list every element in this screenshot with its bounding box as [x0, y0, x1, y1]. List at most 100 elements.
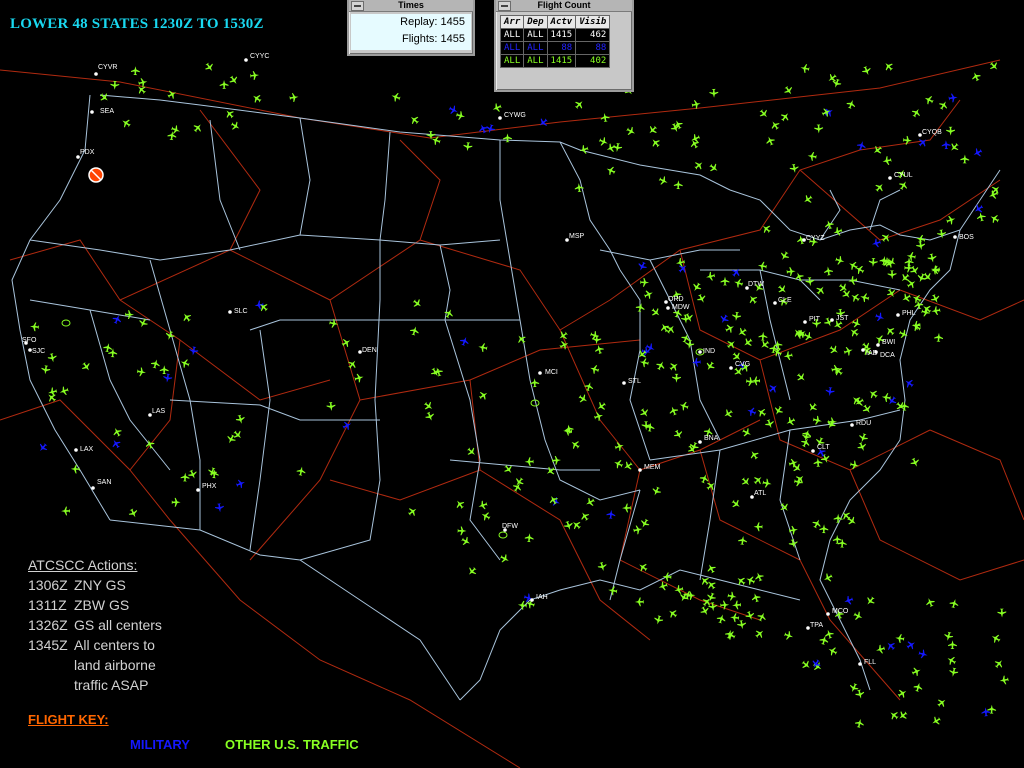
- airport-label-lax: LAX: [80, 446, 94, 453]
- airport-cyvr: CYVR: [94, 64, 117, 76]
- aircraft-icon: [125, 310, 134, 319]
- table-row[interactable]: ALL ALL 1415 462: [499, 28, 611, 42]
- table-row[interactable]: ALL ALL 88 88: [499, 41, 611, 55]
- aircraft-icon: [738, 327, 747, 336]
- cell-visib: 462: [575, 28, 611, 42]
- aircraft-icon: [412, 299, 421, 307]
- aircraft-icon: [193, 124, 201, 133]
- airport-lax: LAX: [74, 446, 94, 453]
- aircraft-icon: [981, 707, 991, 717]
- minimize-icon[interactable]: [498, 1, 511, 11]
- aircraft-icon: [948, 640, 957, 650]
- col-actv-header[interactable]: Actv: [546, 15, 577, 29]
- airport-label-las: LAS: [152, 408, 166, 415]
- aircraft-icon: [481, 512, 491, 521]
- aircraft-icon: [581, 512, 590, 521]
- aircraft-icon: [890, 712, 899, 720]
- action-text: GS all centers: [74, 617, 162, 633]
- action-item: 1326Z GS all centers: [28, 615, 162, 635]
- airport-label-sjc: SJC: [32, 348, 45, 355]
- airport-label-iah: IAH: [536, 594, 548, 601]
- airport-label-atl: ATL: [754, 490, 766, 497]
- aircraft-icon: [824, 317, 833, 327]
- aircraft-icon: [859, 433, 868, 443]
- aircraft-icon: [777, 285, 786, 293]
- aircraft-icon: [825, 629, 834, 639]
- airport-label-jst: JST: [836, 315, 849, 322]
- airport-label-mem: MEM: [644, 464, 661, 471]
- airport-label-sea: SEA: [100, 108, 114, 115]
- aircraft-icon: [771, 121, 780, 130]
- aircraft-icon: [855, 265, 865, 275]
- aircraft-icon: [652, 139, 660, 148]
- airport-cle: CLE: [773, 297, 792, 305]
- action-time: 1326Z: [28, 617, 68, 633]
- aircraft-icon: [666, 325, 674, 334]
- aircraft-icon: [726, 341, 735, 349]
- action-time: 1311Z: [28, 597, 67, 613]
- aircraft-icon: [709, 88, 719, 98]
- aircraft-icon: [652, 486, 662, 496]
- aircraft-icon: [885, 63, 893, 71]
- aircraft-icon: [654, 615, 664, 625]
- aircraft-icon: [235, 479, 245, 489]
- flight-count-window[interactable]: Flight Count Arr Dep Actv Visib ALL ALL …: [494, 0, 634, 92]
- aircraft-icon: [960, 154, 970, 164]
- aircraft-icon: [136, 367, 146, 377]
- aircraft-icon: [724, 409, 733, 418]
- aircraft-icon: [524, 533, 534, 543]
- action-item: 1306Z ZNY GS: [28, 575, 162, 595]
- table-row[interactable]: ALL ALL 1415 402: [499, 54, 611, 68]
- aircraft-icon: [159, 365, 169, 375]
- aircraft-icon: [478, 343, 488, 353]
- aircraft-icon: [662, 572, 672, 582]
- aircraft-icon: [921, 307, 931, 317]
- aircraft-icon: [468, 566, 477, 575]
- airport-mdw: MDW: [666, 304, 690, 311]
- aircraft-icon: [641, 518, 650, 528]
- aircraft-icon: [425, 411, 434, 421]
- airport-cyyc: CYYC: [244, 53, 269, 62]
- airport-cyqb: CYQB: [918, 129, 942, 137]
- aircraft-icon: [812, 415, 822, 425]
- aircraft-icon: [783, 351, 793, 361]
- aircraft-icon: [624, 461, 633, 470]
- times-window-title: Times: [398, 0, 424, 10]
- col-visib-header[interactable]: Visib: [575, 15, 611, 29]
- airport-label-mco: MCO: [832, 608, 849, 615]
- aircraft-icon: [669, 610, 678, 618]
- aircraft-icon: [913, 682, 923, 692]
- aircraft-icon: [486, 124, 496, 134]
- aircraft-icon: [549, 495, 558, 505]
- aircraft-icon: [183, 313, 192, 322]
- aircraft-icon: [706, 271, 716, 281]
- airport-sjc: SJC: [28, 348, 45, 355]
- airport-phl: PHL: [896, 310, 916, 317]
- aircraft-icon: [997, 608, 1007, 618]
- aircraft-icon: [590, 365, 600, 374]
- aircraft-icon: [59, 386, 69, 396]
- aircraft-icon: [103, 343, 113, 353]
- times-window-titlebar[interactable]: Times: [349, 0, 473, 12]
- col-arr-header[interactable]: Arr: [499, 15, 525, 29]
- aircraft-icon: [492, 103, 502, 112]
- cell-actv: 1415: [546, 28, 577, 42]
- times-window[interactable]: Times Replay: 1455 Flights: 1455: [347, 0, 475, 56]
- aircraft-icon: [910, 457, 919, 467]
- aircraft-icon: [947, 656, 957, 665]
- aircraft-icon: [606, 166, 616, 176]
- aircraft-icon: [851, 294, 860, 302]
- aircraft-icon: [850, 329, 859, 337]
- aircraft-icon: [796, 373, 805, 381]
- airport-label-bwi: BWI: [882, 339, 895, 346]
- aircraft-icon: [342, 421, 352, 431]
- aircraft-icon: [758, 331, 768, 341]
- flight-count-titlebar[interactable]: Flight Count: [496, 0, 632, 12]
- flight-count-table: Arr Dep Actv Visib ALL ALL 1415 462 ALL …: [499, 15, 611, 68]
- aircraft-icon: [606, 143, 616, 152]
- minimize-icon[interactable]: [351, 1, 364, 11]
- airport-tpa: TPA: [806, 622, 823, 630]
- aircraft-icon: [780, 113, 789, 122]
- aircraft-icon: [828, 647, 838, 656]
- col-dep-header[interactable]: Dep: [523, 15, 548, 29]
